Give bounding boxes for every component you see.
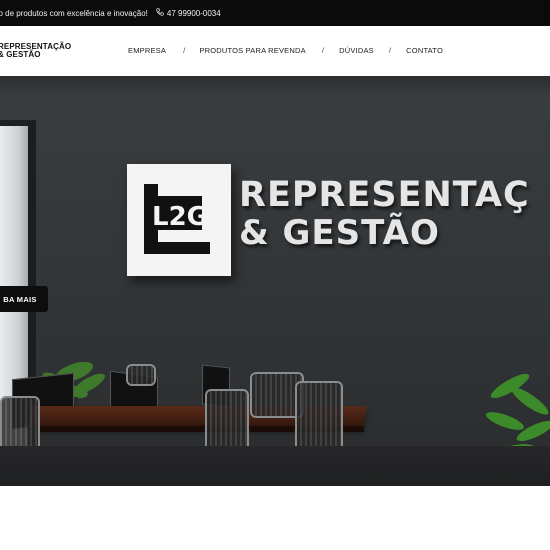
hero-banner: L2G REPRESENTAÇ & GESTÃO BA MAIS	[0, 76, 550, 486]
floor	[0, 446, 550, 486]
office-chair	[126, 364, 156, 386]
phone-number: 47 99900-0034	[166, 8, 221, 18]
brand-logo[interactable]: REPRESENTAÇÃO & GESTÃO	[0, 43, 71, 59]
sign-lettering: REPRESENTAÇ & GESTÃO	[239, 176, 530, 252]
top-bar: ão de produtos com excelência e inovação…	[0, 0, 550, 26]
main-nav: EMPRESA / PRODUTOS PARA REVENDA / DÚVIDA…	[128, 46, 443, 55]
nav-contato[interactable]: CONTATO	[406, 46, 443, 55]
phone-icon	[156, 8, 164, 18]
nav-separator: /	[183, 46, 186, 55]
l2g-logo-icon: L2G	[144, 184, 210, 254]
sign-line2: & GESTÃO	[239, 213, 440, 253]
sign-line1: REPRESENTAÇ	[239, 175, 530, 215]
nav-separator: /	[388, 46, 392, 55]
sign-logo-text: L2G	[152, 202, 208, 232]
nav-separator: /	[321, 46, 325, 55]
nav-duvidas[interactable]: DÚVIDAS	[339, 46, 374, 55]
nav-produtos-para-revenda[interactable]: PRODUTOS PARA REVENDA	[199, 46, 305, 55]
sign-logo-box: L2G	[127, 164, 231, 276]
topbar-tagline: ão de produtos com excelência e inovação…	[0, 8, 148, 18]
ceiling	[0, 76, 550, 96]
brand-line2: & GESTÃO	[0, 50, 41, 59]
nav-empresa[interactable]: EMPRESA	[128, 46, 166, 55]
topbar-phone[interactable]: 47 99900-0034	[156, 8, 221, 18]
site-header: REPRESENTAÇÃO & GESTÃO EMPRESA / PRODUTO…	[0, 26, 550, 76]
saiba-mais-button[interactable]: BA MAIS	[0, 286, 48, 312]
